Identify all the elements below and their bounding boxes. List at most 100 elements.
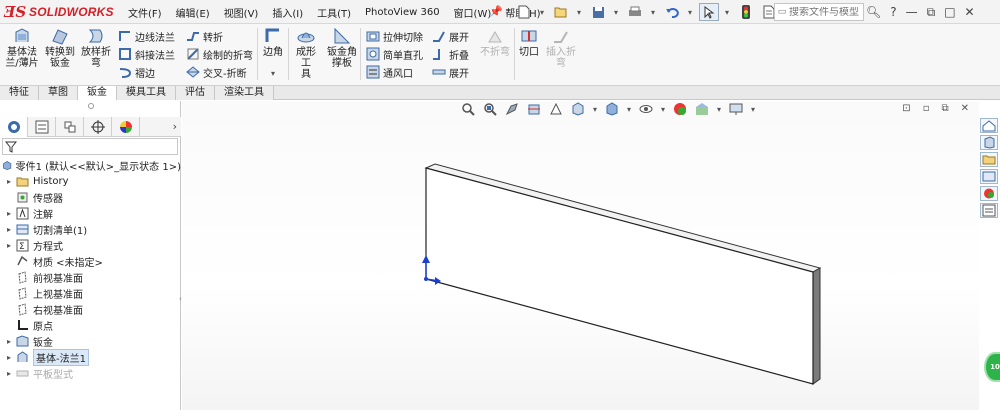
insert-bends-button[interactable]: 插入折 弯	[544, 26, 578, 69]
minimize-window-icon[interactable]: —	[906, 5, 918, 19]
model-canvas[interactable]	[182, 101, 979, 410]
tree-item-right-plane[interactable]: 右视基准面	[0, 301, 181, 317]
rip-button[interactable]: 切口	[517, 26, 541, 58]
expand-arrow-icon[interactable]: ▸	[4, 241, 14, 250]
tab-render-tools[interactable]: 渲染工具	[215, 86, 274, 100]
select-pointer-icon[interactable]	[699, 3, 719, 21]
search-input[interactable]	[789, 6, 863, 18]
vent-button[interactable]: 通风口	[366, 63, 413, 81]
tree-item-flat-pattern[interactable]: ▸ 平板型式	[0, 365, 181, 381]
corners-button[interactable]: 边角 ▾	[260, 26, 286, 79]
undo-dropdown-icon[interactable]: ▾	[685, 3, 695, 21]
tree-item-material[interactable]: 材质 <未指定>	[0, 253, 181, 269]
jog-button[interactable]: 转折	[186, 27, 223, 45]
tree-item-annotations[interactable]: ▸ 注解	[0, 205, 181, 221]
undo-icon[interactable]	[662, 3, 682, 21]
property-manager-tab[interactable]	[28, 116, 56, 137]
tab-evaluate[interactable]: 评估	[176, 86, 215, 100]
sheet-metal-plate[interactable]	[424, 163, 822, 385]
forming-tool-button[interactable]: 成形工 具	[292, 26, 320, 80]
tab-sheet-metal[interactable]: 钣金	[78, 86, 117, 100]
tab-mold-tools[interactable]: 模具工具	[117, 86, 176, 100]
miter-flange-button[interactable]: 斜接法兰	[118, 45, 175, 63]
lofted-bend-button[interactable]: 放样折 弯	[80, 26, 112, 69]
edge-flange-button[interactable]: 边线法兰	[118, 27, 175, 45]
tree-item-origin[interactable]: 原点	[0, 317, 181, 333]
panel-grip-icon[interactable]	[88, 103, 94, 109]
maximize-window-icon[interactable]: □	[944, 5, 955, 19]
feature-manager-tab[interactable]	[0, 116, 28, 137]
tree-item-equations[interactable]: ▸ Σ 方程式	[0, 237, 181, 253]
task-pane-design-library-icon[interactable]	[980, 135, 998, 150]
open-file-icon[interactable]	[551, 3, 571, 21]
print-icon[interactable]	[625, 3, 645, 21]
tree-item-front-plane[interactable]: 前视基准面	[0, 269, 181, 285]
menu-insert[interactable]: 插入(I)	[272, 5, 303, 20]
new-dropdown-icon[interactable]: ▾	[537, 3, 547, 21]
extruded-cut-button[interactable]: 拉伸切除	[366, 27, 423, 45]
expand-arrow-icon[interactable]: ▸	[4, 337, 14, 346]
command-manager-ribbon: 基体法 兰/薄片 转换到 钣金 放样折 弯 边线法兰 斜接法兰 褶边 转折 绘制…	[0, 24, 1000, 86]
unfold-button[interactable]: 展开	[432, 27, 469, 45]
menu-photoview[interactable]: PhotoView 360	[365, 7, 440, 18]
pin-menu-icon[interactable]: 📌	[489, 5, 503, 19]
search-icon[interactable]: 🔍︎	[866, 5, 881, 19]
tab-features[interactable]: 特征	[0, 86, 39, 100]
tree-item-base-flange1[interactable]: ▸ 基体-法兰1	[0, 348, 181, 366]
configuration-manager-tab[interactable]	[56, 116, 84, 137]
convert-to-sheet-metal-icon	[52, 29, 68, 45]
task-pane-view-palette-icon[interactable]	[980, 169, 998, 184]
menu-edit[interactable]: 编辑(E)	[176, 5, 210, 20]
expand-arrow-icon[interactable]: ▸	[4, 177, 14, 186]
close-window-icon[interactable]: ✕	[965, 5, 975, 19]
solidworks-logo[interactable]: ƎS SOLIDWORKS	[2, 3, 120, 21]
corners-dropdown-icon[interactable]: ▾	[260, 68, 286, 79]
save-icon[interactable]	[588, 3, 608, 21]
tab-sketch[interactable]: 草图	[39, 86, 78, 100]
convert-to-sheet-metal-button[interactable]: 转换到 钣金	[44, 26, 76, 69]
tree-item-sheet-metal[interactable]: ▸ 钣金	[0, 333, 181, 349]
tree-item-history[interactable]: ▸ History	[0, 173, 181, 189]
restore-window-icon[interactable]: ⧉	[927, 5, 936, 20]
print-dropdown-icon[interactable]: ▾	[648, 3, 658, 21]
menu-window[interactable]: 窗口(W)	[454, 5, 492, 20]
tree-item-sensors[interactable]: 传感器	[0, 189, 181, 205]
tree-root[interactable]: 零件1 (默认<<默认>_显示状态 1>)	[0, 157, 181, 173]
dimxpert-manager-tab[interactable]	[84, 116, 112, 137]
task-pane-appearances-icon[interactable]	[980, 186, 998, 201]
search-box[interactable]: ▭	[774, 3, 864, 21]
task-pane-custom-properties-icon[interactable]	[980, 203, 998, 218]
sheet-metal-gusset-button[interactable]: 钣金角 撑板	[326, 26, 358, 69]
notification-badge[interactable]: 10	[984, 352, 1000, 382]
search-scope-icon[interactable]: ▭	[775, 7, 789, 17]
display-manager-tab[interactable]	[112, 116, 140, 137]
rebuild-traffic-light-icon[interactable]	[736, 3, 756, 21]
new-document-icon[interactable]	[514, 3, 534, 21]
expand-arrow-icon[interactable]: ▸	[4, 225, 14, 234]
save-dropdown-icon[interactable]: ▾	[611, 3, 621, 21]
menu-tools[interactable]: 工具(T)	[317, 5, 351, 20]
hem-button[interactable]: 褶边	[118, 63, 155, 81]
tree-filter[interactable]	[2, 138, 178, 155]
help-button[interactable]: ?	[890, 5, 896, 19]
menu-view[interactable]: 视图(V)	[224, 5, 259, 20]
menu-file[interactable]: 文件(F)	[128, 5, 162, 20]
graphics-viewport[interactable]: ▾ ▾ ▾ ▾ ▾ ⊡ ▫ ⧉ ✕	[182, 101, 979, 410]
expand-arrow-icon[interactable]: ▸	[4, 209, 14, 218]
fold-button[interactable]: 折叠	[432, 45, 469, 63]
cross-break-button[interactable]: 交叉-折断	[186, 63, 247, 81]
no-bends-button[interactable]: 不折弯	[478, 26, 512, 58]
expand-arrow-icon[interactable]: ▸	[4, 369, 14, 378]
expand-arrow-icon[interactable]: ▸	[4, 353, 14, 362]
simple-hole-button[interactable]: 简单直孔	[366, 45, 423, 63]
base-flange-button[interactable]: 基体法 兰/薄片	[4, 26, 40, 69]
tree-item-cut-list[interactable]: ▸ 切割清单(1)	[0, 221, 181, 237]
open-dropdown-icon[interactable]: ▾	[574, 3, 584, 21]
task-pane-file-explorer-icon[interactable]	[980, 152, 998, 167]
sketched-bend-button[interactable]: 绘制的折弯	[186, 45, 253, 63]
flatten-button[interactable]: 展开	[432, 63, 469, 81]
select-dropdown-icon[interactable]: ▾	[722, 3, 732, 21]
chevron-right-icon[interactable]: ›	[173, 120, 177, 133]
tree-item-top-plane[interactable]: 上视基准面	[0, 285, 181, 301]
task-pane-home-icon[interactable]	[980, 118, 998, 133]
